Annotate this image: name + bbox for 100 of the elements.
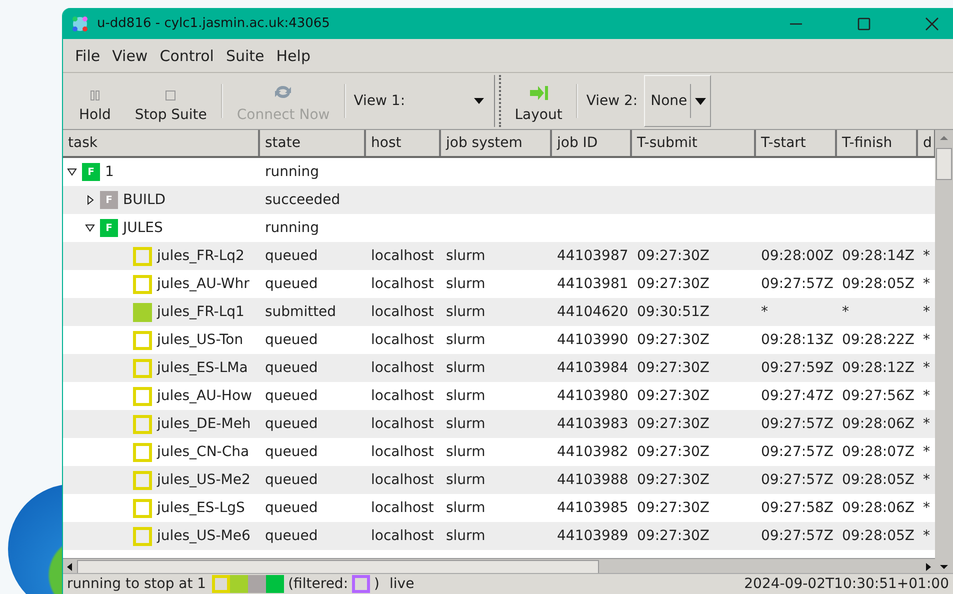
- table-cell: queued: [265, 416, 318, 432]
- table-cell: 09:28:05Z: [842, 472, 914, 488]
- column-header[interactable]: task: [63, 130, 260, 156]
- table-cell: localhost: [371, 416, 434, 432]
- table-cell: running: [265, 220, 320, 236]
- table-cell: 09:28:06Z: [842, 500, 914, 516]
- table-cell: 09:27:57Z: [761, 528, 834, 544]
- task-name[interactable]: jules_FR-Lq1: [157, 304, 244, 320]
- task-name[interactable]: jules_US-Me2: [157, 472, 250, 488]
- table-cell: queued: [265, 332, 318, 348]
- column-header[interactable]: T-submit: [632, 130, 756, 156]
- task-name[interactable]: BUILD: [123, 192, 166, 208]
- mode-label: live: [390, 576, 414, 592]
- table-cell: 44103981: [557, 276, 628, 292]
- table-cell: slurm: [446, 276, 486, 292]
- task-name[interactable]: 1: [105, 164, 114, 180]
- table-cell: queued: [265, 528, 318, 544]
- table-cell: 09:28:14Z: [842, 248, 914, 264]
- menu-item[interactable]: View: [106, 46, 154, 64]
- table-cell: queued: [265, 248, 318, 264]
- menu-item[interactable]: Control: [154, 46, 220, 64]
- table-cell: queued: [265, 388, 318, 404]
- close-icon[interactable]: [925, 16, 939, 30]
- table-cell: localhost: [371, 444, 434, 460]
- toolbar-grip[interactable]: [494, 75, 501, 127]
- table-cell: localhost: [371, 472, 434, 488]
- hold-button[interactable]: Hold: [67, 75, 123, 127]
- family-icon: F: [82, 163, 100, 181]
- table-cell: *: [923, 472, 930, 488]
- table-cell: localhost: [371, 248, 434, 264]
- view-2-dropdown[interactable]: None: [644, 75, 712, 127]
- column-header[interactable]: T-finish: [837, 130, 918, 156]
- task-name[interactable]: jules_FR-Lq2: [157, 248, 244, 264]
- view-1-dropdown[interactable]: View 1:: [348, 81, 490, 121]
- table-cell: localhost: [371, 360, 434, 376]
- task-name[interactable]: jules_AU-How: [157, 388, 252, 404]
- column-header[interactable]: job system: [441, 130, 552, 156]
- filter-swatch[interactable]: [352, 575, 370, 593]
- table-cell: 09:28:05Z: [842, 276, 914, 292]
- task-name[interactable]: jules_US-Ton: [157, 332, 244, 348]
- table-cell: *: [923, 248, 930, 264]
- table-cell: 09:27:59Z: [761, 360, 834, 376]
- table-cell: slurm: [446, 332, 486, 348]
- table-cell: *: [923, 360, 930, 376]
- family-icon: F: [100, 219, 118, 237]
- table-cell: running: [265, 164, 320, 180]
- table-cell: 09:28:05Z: [842, 528, 914, 544]
- expand-arrow-icon[interactable]: [85, 195, 95, 205]
- scrollbar-thumb[interactable]: [77, 560, 599, 573]
- pause-icon: [90, 90, 100, 101]
- menu-item[interactable]: Suite: [220, 46, 270, 64]
- task-name[interactable]: jules_CN-Cha: [157, 444, 250, 460]
- maximize-icon[interactable]: [857, 16, 871, 30]
- table-cell: 44103983: [557, 416, 628, 432]
- collapse-arrow-icon[interactable]: [67, 167, 77, 177]
- menu-item[interactable]: Help: [270, 46, 316, 64]
- vertical-scrollbar[interactable]: [935, 130, 953, 573]
- table-cell: 09:28:22Z: [842, 332, 914, 348]
- task-name[interactable]: jules_ES-LMa: [157, 360, 248, 376]
- task-name[interactable]: jules_AU-Whr: [157, 276, 250, 292]
- table-cell: *: [923, 332, 930, 348]
- horizontal-scrollbar[interactable]: [63, 558, 935, 573]
- table-cell: localhost: [371, 528, 434, 544]
- table-cell: 44103980: [557, 388, 628, 404]
- scrollbar-thumb[interactable]: [936, 148, 952, 180]
- table-cell: *: [923, 416, 930, 432]
- column-header[interactable]: job ID: [552, 130, 632, 156]
- table-cell: succeeded: [265, 192, 340, 208]
- table-cell: 44103990: [557, 332, 628, 348]
- table-cell: slurm: [446, 304, 486, 320]
- column-header[interactable]: host: [366, 130, 441, 156]
- task-name[interactable]: JULES: [123, 220, 163, 236]
- table-cell: *: [923, 444, 930, 460]
- table-cell: queued: [265, 500, 318, 516]
- table-cell: 44103984: [557, 360, 628, 376]
- table-cell: 09:30:51Z: [637, 304, 710, 320]
- filter-label-end: ): [374, 576, 380, 592]
- family-icon: F: [100, 191, 118, 209]
- layout-button[interactable]: Layout: [502, 75, 574, 127]
- table-cell: 09:27:57Z: [761, 276, 834, 292]
- caret-icon: [474, 98, 484, 104]
- collapse-arrow-icon[interactable]: [85, 223, 95, 233]
- table-cell: 09:27:30Z: [637, 444, 710, 460]
- table-cell: 09:27:30Z: [637, 388, 710, 404]
- menu-item[interactable]: File: [69, 46, 106, 64]
- table-cell: slurm: [446, 500, 486, 516]
- table-cell: 09:27:57Z: [761, 472, 834, 488]
- table-cell: 09:27:30Z: [637, 472, 710, 488]
- table-cell: 44103982: [557, 444, 628, 460]
- task-name[interactable]: jules_ES-LgS: [157, 500, 245, 516]
- column-header[interactable]: state: [260, 130, 366, 156]
- table-cell: 44104620: [557, 304, 628, 320]
- table-cell: slurm: [446, 528, 486, 544]
- table-cell: 44103987: [557, 248, 628, 264]
- stop-suite-button[interactable]: Stop Suite: [122, 75, 219, 127]
- column-header[interactable]: T-start: [756, 130, 837, 156]
- task-name[interactable]: jules_DE-Meh: [157, 416, 251, 432]
- table-cell: queued: [265, 360, 318, 376]
- table-cell: slurm: [446, 472, 486, 488]
- task-name[interactable]: jules_US-Me6: [157, 528, 250, 544]
